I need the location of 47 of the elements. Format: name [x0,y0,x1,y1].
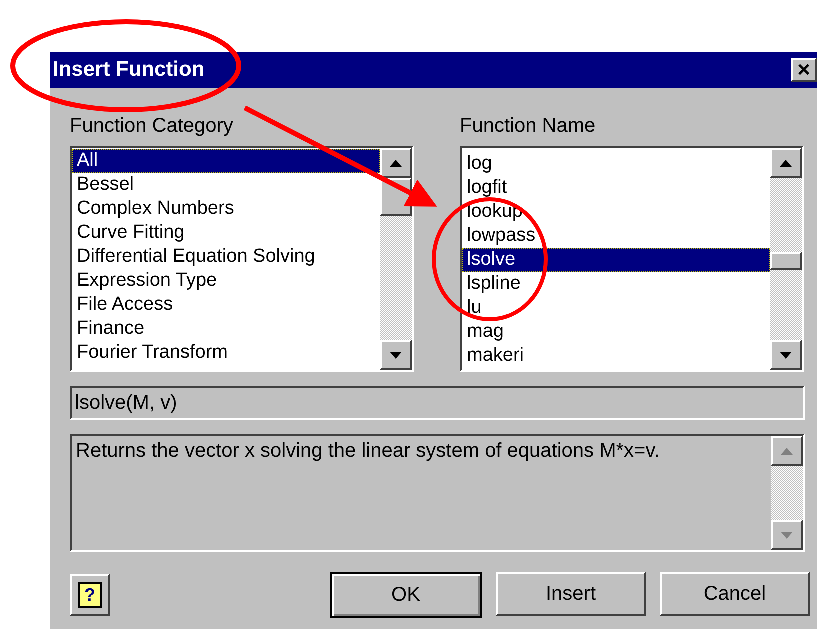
window-title: Insert Function [53,57,205,84]
category-item[interactable]: Finance [72,317,380,341]
scroll-down-button[interactable] [771,520,803,550]
down-arrow-icon [781,532,793,538]
function-item[interactable]: log [462,152,770,176]
description-box[interactable]: Returns the vector x solving the linear system of equations M*x=v. [70,434,805,552]
function-item[interactable]: makeri [462,344,770,368]
dialog-button[interactable]: Cancel [660,572,810,616]
category-item[interactable]: Bessel [72,173,380,197]
dialog-button[interactable]: OK [330,572,482,618]
function-item[interactable]: lowpass [462,224,770,248]
help-button[interactable]: ? [70,574,110,616]
down-arrow-icon [390,352,402,358]
help-icon: ? [78,582,102,608]
scroll-down-button[interactable] [380,340,412,370]
scroll-thumb[interactable] [770,252,802,270]
function-item[interactable]: logfit [462,176,770,200]
down-arrow-icon [780,352,792,358]
category-item[interactable]: All [72,149,380,173]
function-item[interactable]: mag [462,320,770,344]
syntax-field[interactable]: lsolve(M, v) [70,386,805,420]
scroll-up-button[interactable] [770,148,802,178]
category-item[interactable]: Differential Equation Solving [72,245,380,269]
category-label: Function Category [70,114,234,138]
description-text: Returns the vector x solving the linear system of equations M*x=v. [75,439,661,464]
scrollbar[interactable] [771,436,803,550]
up-arrow-icon [780,160,792,166]
close-button[interactable]: × [791,58,817,82]
category-item[interactable]: Curve Fitting [72,221,380,245]
scroll-down-button[interactable] [770,340,802,370]
function-item[interactable]: lspline [462,272,770,296]
scroll-up-button[interactable] [771,436,803,466]
syntax-text: lsolve(M, v) [75,391,178,416]
up-arrow-icon [390,160,402,166]
scroll-up-button[interactable] [380,148,412,178]
category-item[interactable]: Complex Numbers [72,197,380,221]
name-label: Function Name [460,114,597,138]
function-item[interactable]: lu [462,296,770,320]
category-item[interactable]: Expression Type [72,269,380,293]
function-item[interactable]: lsolve [462,248,770,272]
category-item[interactable]: File Access [72,293,380,317]
scrollbar[interactable] [380,148,412,370]
up-arrow-icon [781,448,793,454]
scrollbar[interactable] [770,148,802,370]
category-list[interactable]: All Bessel Complex Numbers Curve Fitting Differential Equation Solving Expression Type File Access Finance Fourier Transform [70,146,414,372]
dialog-button[interactable]: Insert [496,572,646,616]
category-item[interactable]: Fourier Transform [72,341,380,365]
